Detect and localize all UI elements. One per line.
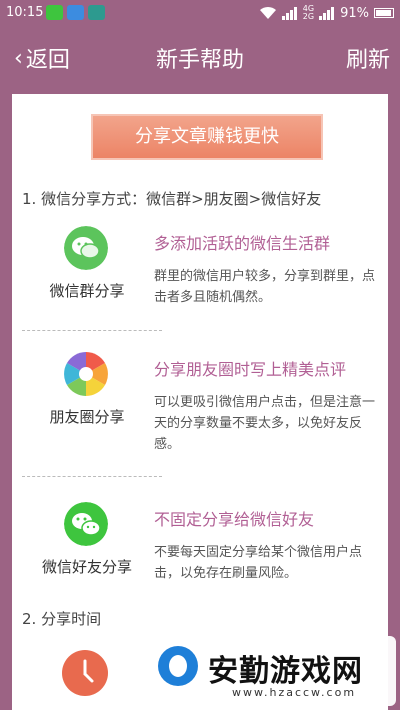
battery-icon — [374, 8, 394, 18]
wechat-group-icon — [64, 226, 108, 270]
watermark-url: www.hzaccw.com — [232, 686, 357, 699]
clock-icon — [62, 650, 108, 696]
watermark-text: 安勤游戏网 — [208, 654, 363, 689]
signal-icon — [281, 7, 297, 20]
tip-title: 分享朋友圈时写上精美点评 — [154, 360, 347, 379]
page-title: 新手帮助 — [155, 48, 244, 73]
wifi-icon — [259, 6, 276, 19]
tip-title: 多添加活跃的微信生活群 — [154, 234, 331, 253]
tip-text: 群里的微信用户较多，分享到群里，点击者多且随机偶然。 — [154, 269, 376, 305]
network-type-label: 4G 2G — [302, 4, 315, 21]
tip-title: 不固定分享给微信好友 — [154, 510, 315, 529]
wechat-notification-icon — [46, 5, 63, 20]
banner-title: 分享文章赚钱更快 — [91, 114, 323, 160]
status-notification-icons — [46, 5, 105, 20]
watermark-logo-icon — [158, 646, 198, 686]
help-content: 分享文章赚钱更快 1. 微信分享方式：微信群>朋友圈>微信好友 微信群分享 多添… — [12, 94, 388, 710]
section-title-share-methods: 1. 微信分享方式：微信群>朋友圈>微信好友 — [22, 190, 322, 208]
site-watermark: 安勤游戏网 www.hzaccw.com — [148, 636, 396, 706]
section-title-share-time: 2. 分享时间 — [22, 610, 102, 628]
status-bar: 10:15 4G 2G 91% — [0, 0, 400, 26]
refresh-button[interactable]: 刷新 — [346, 42, 390, 74]
share-method-label: 微信好友分享 — [41, 558, 132, 576]
tip-text: 可以更吸引微信用户点击，但是注意一天的分享数量不要太多，以免好友反感。 — [154, 395, 376, 452]
divider — [22, 476, 162, 477]
divider — [22, 330, 162, 331]
battery-percent: 91% — [340, 5, 369, 21]
tip-text: 不要每天固定分享给某个微信用户点击，以免存在刷量风险。 — [154, 545, 363, 581]
signal-icon-2 — [319, 7, 335, 20]
message-notification-icon — [67, 5, 84, 20]
share-method-label: 微信群分享 — [49, 282, 125, 300]
wechat-icon — [64, 502, 108, 546]
status-right: 4G 2G 91% — [259, 5, 394, 21]
share-method-label: 朋友圈分享 — [49, 408, 125, 426]
status-time: 10:15 — [6, 5, 44, 20]
nav-bar: ‹ 返回 新手帮助 刷新 — [0, 26, 400, 86]
app-notification-icon — [88, 5, 105, 20]
moments-aperture-icon — [64, 352, 108, 396]
